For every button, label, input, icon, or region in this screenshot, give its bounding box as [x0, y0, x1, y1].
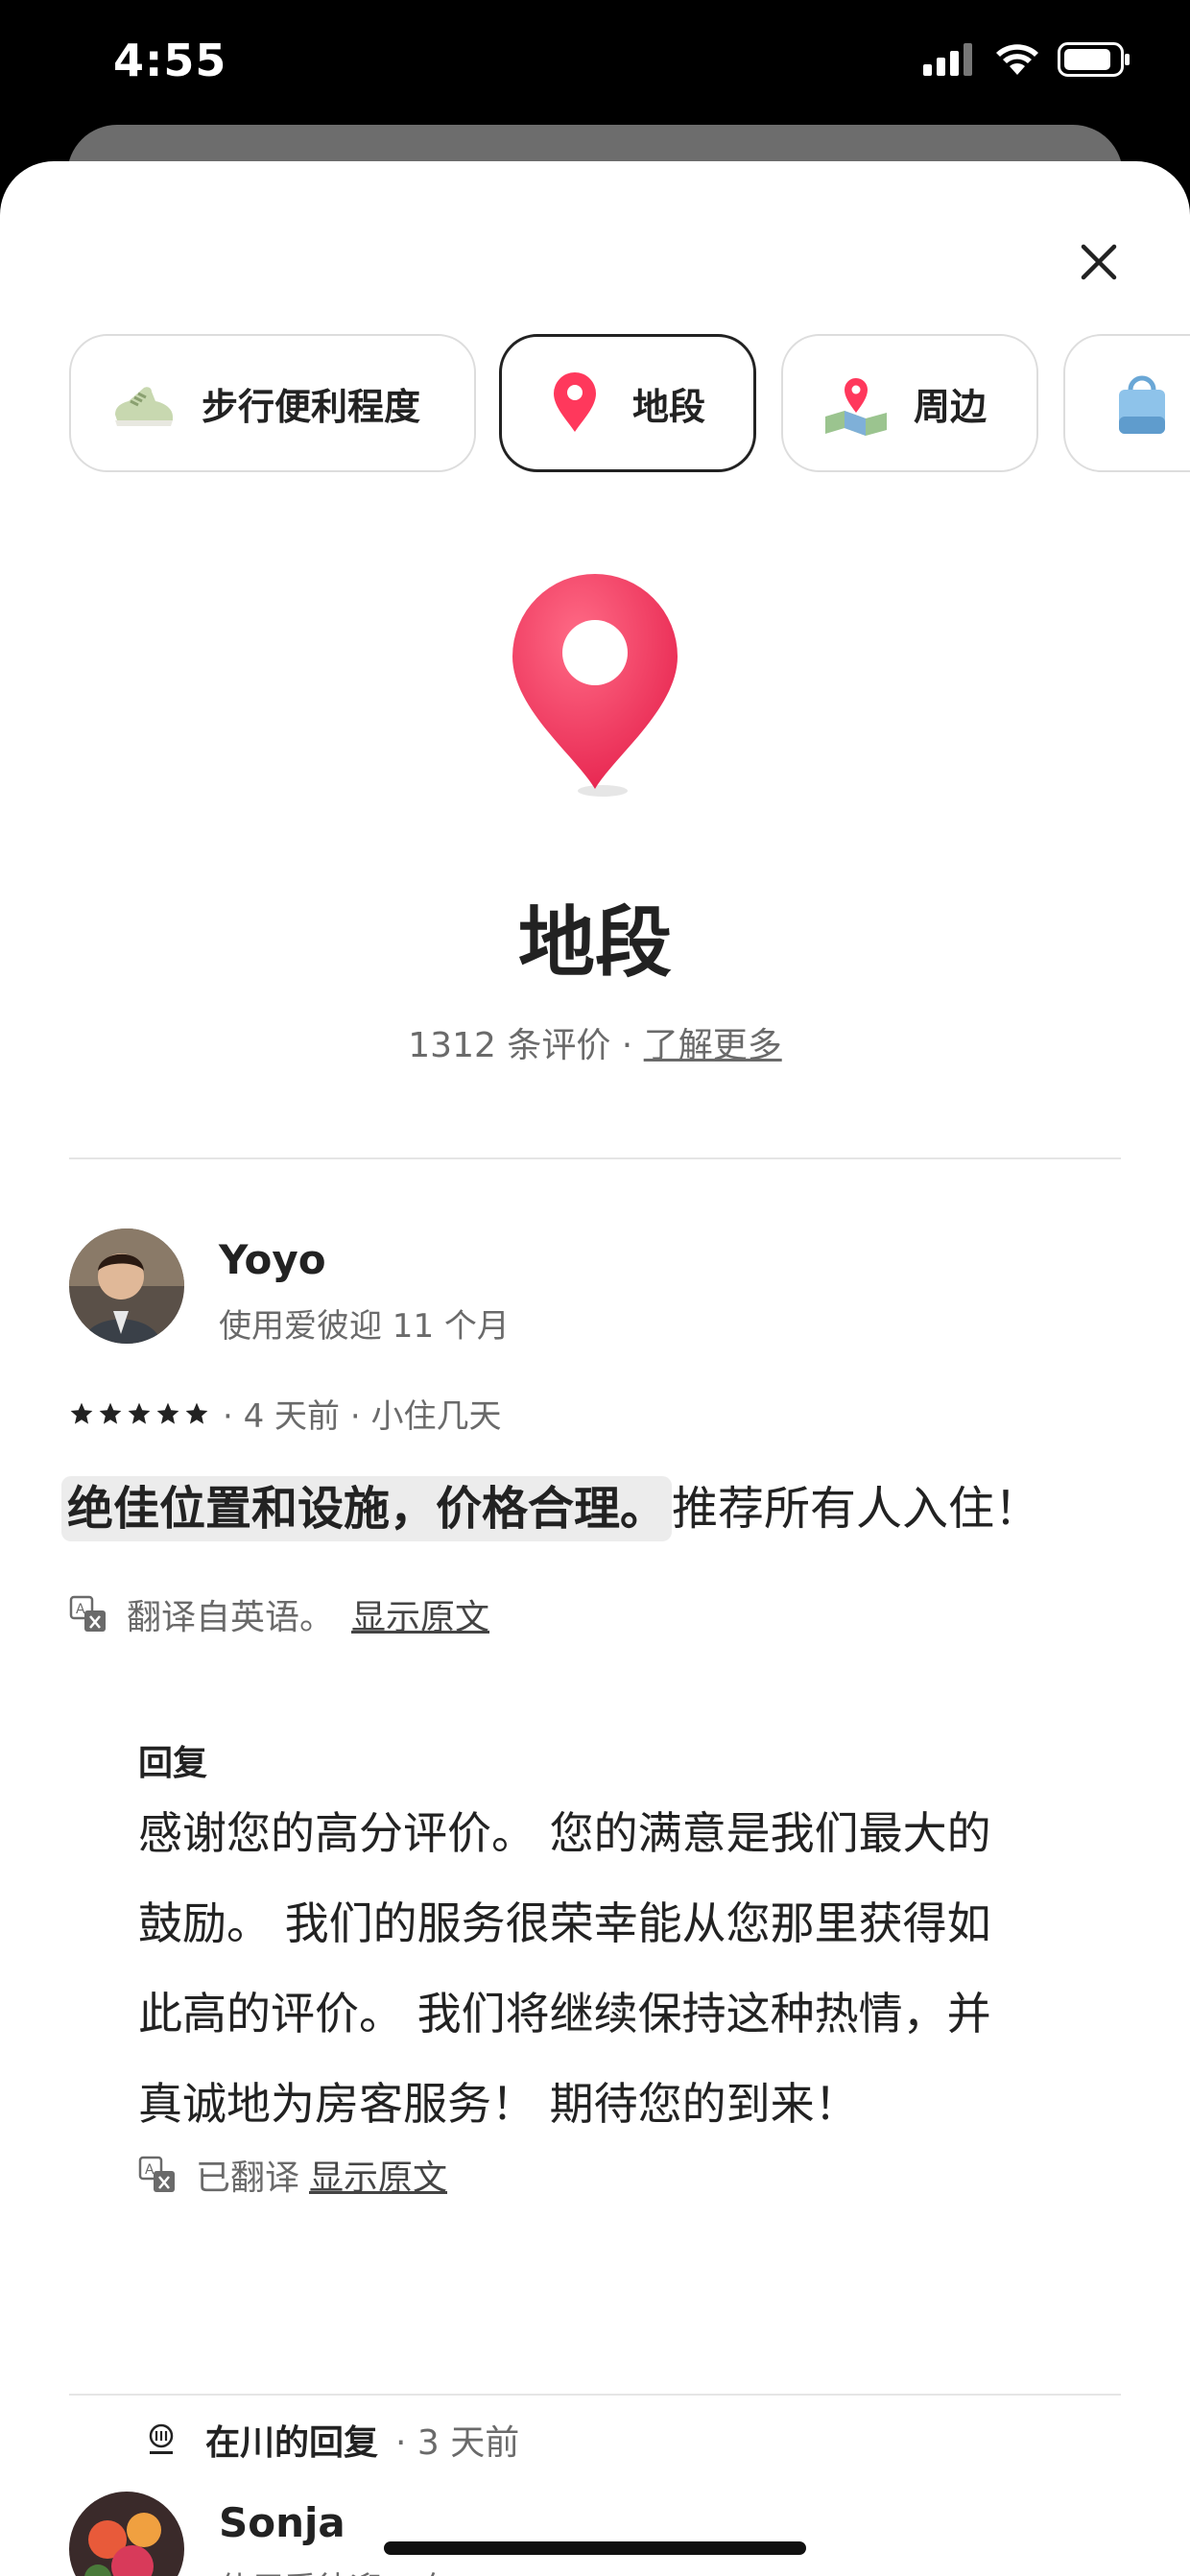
reviewer-meta: 使用爱彼迎 11 个月 — [219, 1307, 510, 1346]
review-highlight: 绝佳位置和设施，价格合理。 — [61, 1476, 673, 1541]
location-reviews-sheet: 步行便利程度 地段 周边 地段 1312 条评价 · 了解更多 Yoyo 使用爱… — [0, 161, 1190, 2576]
chip-location[interactable]: 地段 — [499, 334, 756, 472]
signal-icon — [923, 43, 972, 76]
close-icon — [1081, 244, 1117, 280]
reply-time: · 3 天前 — [395, 2423, 520, 2463]
wifi-icon — [996, 44, 1038, 75]
review-summary: 1312 条评价 · 了解更多 — [0, 1017, 1190, 1067]
learn-more-link[interactable]: 了解更多 — [644, 1026, 782, 1065]
bag-icon — [1107, 369, 1177, 438]
review-count: 1312 条评价 — [408, 1026, 611, 1065]
reply-line: 鼓励。 我们的服务很荣幸能从您那里获得如 — [138, 1897, 991, 1949]
reply-label: 回复 — [138, 1744, 208, 1783]
divider — [69, 1157, 1121, 1159]
review-text: 绝佳位置和设施，价格合理。 推荐所有人入住！ — [61, 1470, 1041, 1541]
status-icons — [923, 42, 1130, 77]
reply-line: 此高的评价。 我们将继续保持这种热情，并 — [138, 1988, 991, 2039]
star-icon — [128, 1402, 151, 1424]
chip-walkability[interactable]: 步行便利程度 — [69, 334, 476, 472]
translated-note-text: 已翻译 — [196, 2159, 300, 2198]
reply-line: 真诚地为房客服务！ 期待您的到来！ — [138, 2078, 859, 2130]
chip-surroundings[interactable]: 周边 — [781, 334, 1038, 472]
map-pin-icon — [540, 369, 609, 438]
rating-row: · 4 天前 · 小住几天 — [69, 1390, 501, 1437]
reviewer-meta: 使用爱彼迎 3 年 — [219, 2563, 456, 2576]
location-pin-illustration — [499, 564, 691, 814]
svg-text:A: A — [76, 1602, 85, 1617]
shoe-icon — [109, 369, 178, 438]
star-icon — [156, 1402, 179, 1424]
status-time: 4:55 — [113, 35, 227, 86]
battery-icon — [1058, 42, 1130, 77]
star-icon — [70, 1402, 93, 1424]
chip-label: 步行便利程度 — [202, 385, 421, 428]
review-body: 推荐所有人入住！ — [672, 1482, 1041, 1536]
reviewer-name: Sonja — [219, 2499, 345, 2546]
host-logo-icon — [149, 2423, 174, 2454]
status-bar: 4:55 — [0, 0, 1190, 144]
translate-icon: A — [138, 2156, 175, 2192]
separator: · — [610, 1026, 644, 1065]
reviewer-name: Yoyo — [219, 1236, 326, 1283]
map-icon — [821, 369, 891, 438]
category-chips: 步行便利程度 地段 周边 — [69, 334, 1190, 472]
divider — [69, 2394, 1121, 2396]
chip-label: 地段 — [632, 385, 706, 428]
host-name: 在川的回复 — [205, 2423, 379, 2463]
review-time-stay: · 4 天前 · 小住几天 — [223, 1397, 502, 1436]
host-reply-byline: 在川的回复 · 3 天前 — [144, 2415, 519, 2465]
star-icon — [185, 1402, 208, 1424]
chip-more[interactable] — [1063, 334, 1190, 472]
avatar[interactable] — [69, 1228, 184, 1344]
close-button[interactable] — [1065, 228, 1132, 296]
star-rating — [69, 1401, 209, 1426]
translation-note: A 翻译自英语。 显示原文 — [69, 1589, 489, 1639]
page-title: 地段 — [518, 898, 672, 988]
show-original-link[interactable]: 显示原文 — [351, 1589, 489, 1639]
translated-note-text: 翻译自英语。 — [127, 1598, 335, 1637]
home-indicator — [384, 2541, 806, 2555]
avatar[interactable] — [69, 2492, 184, 2576]
svg-text:A: A — [145, 2162, 155, 2178]
show-original-link[interactable]: 显示原文 — [309, 2150, 447, 2200]
reply-line: 感谢您的高分评价。 您的满意是我们最大的 — [138, 1807, 991, 1859]
reply-translation-note: A 已翻译 显示原文 — [138, 2150, 447, 2200]
translate-icon: A — [69, 1595, 106, 1632]
star-icon — [99, 1402, 122, 1424]
chip-label: 周边 — [914, 385, 988, 428]
